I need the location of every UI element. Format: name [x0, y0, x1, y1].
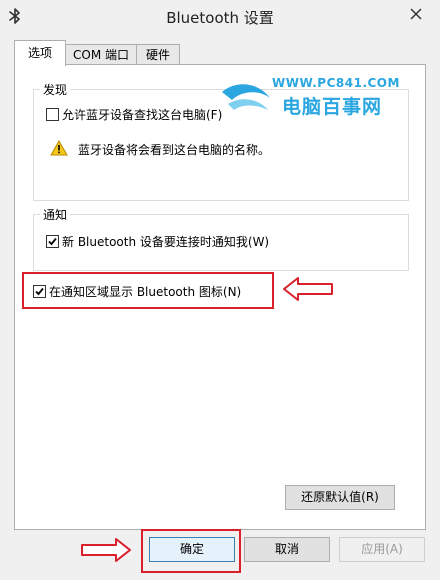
watermark-site-name: 电脑百事网 — [282, 96, 383, 118]
close-icon — [410, 8, 422, 20]
checkmark-icon — [48, 237, 57, 246]
watermark-url: WWW.PC841.COM — [272, 76, 400, 90]
allow-discovery-checkbox[interactable] — [46, 108, 59, 121]
discovery-group-title: 发现 — [40, 81, 71, 98]
window-title: Bluetooth 设置 — [166, 9, 274, 27]
notifications-group-title: 通知 — [40, 206, 71, 223]
apply-button[interactable]: 应用(A) — [339, 537, 425, 562]
tab-hardware[interactable]: 硬件 — [136, 44, 180, 65]
notify-new-device-label: 新 Bluetooth 设备要连接时通知我(W) — [62, 235, 270, 249]
close-button[interactable] — [404, 4, 430, 26]
notifications-group: 通知 新 Bluetooth 设备要连接时通知我(W) — [33, 206, 409, 271]
tab-com-ports[interactable]: COM 端口 — [65, 44, 137, 65]
pc841-logo — [222, 84, 270, 110]
tab-options[interactable]: 选项 — [14, 40, 66, 66]
cancel-button[interactable]: 取消 — [244, 537, 330, 562]
highlight-box-ok — [141, 529, 241, 573]
warning-icon — [50, 140, 68, 156]
title-bar: Bluetooth 设置 — [0, 0, 440, 32]
restore-defaults-button[interactable]: 还原默认值(R) — [285, 485, 395, 510]
right-arrow-icon — [81, 538, 131, 562]
allow-discovery-label: 允许蓝牙设备查找这台电脑(F) — [62, 108, 223, 122]
notify-new-device-checkbox[interactable] — [46, 235, 59, 248]
highlight-box-tray-option — [22, 272, 274, 309]
left-arrow-icon — [283, 277, 333, 301]
discovery-warning-text: 蓝牙设备将会看到这台电脑的名称。 — [78, 143, 271, 157]
